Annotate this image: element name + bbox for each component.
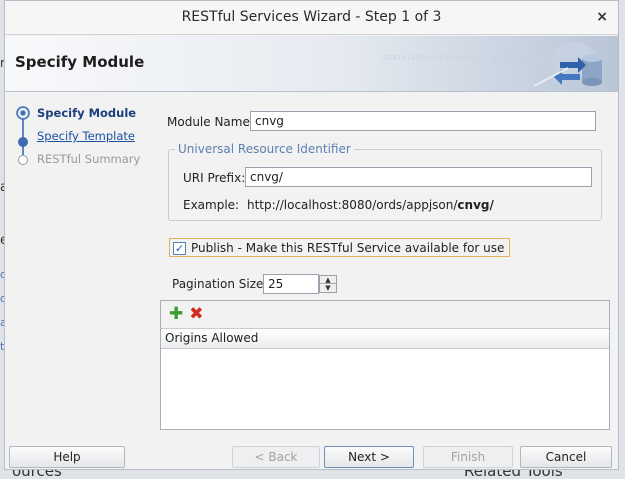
example-url-base: http://localhost:8080/ords/appjson/ [247, 198, 458, 212]
wizard-footer: Help < Back Next > Finish Cancel [5, 441, 618, 471]
steps-connector [22, 115, 24, 155]
module-name-input[interactable] [250, 111, 596, 131]
pagination-stepper[interactable]: ▲ ▼ [319, 275, 337, 293]
header-binary-decoration: 0101010101010101010101 01010101010 [383, 54, 544, 62]
nav-step-specify-module[interactable]: Specify Module [37, 106, 136, 120]
finish-button[interactable]: Finish [423, 446, 513, 468]
header-title: Specify Module [15, 53, 145, 71]
back-button[interactable]: < Back [232, 446, 320, 468]
uri-prefix-label: URI Prefix: [183, 171, 246, 185]
pagination-size-label: Pagination Size: [172, 277, 268, 291]
wizard-steps-nav: Specify Module Specify Template RESTful … [5, 93, 145, 433]
dialog-title: RESTful Services Wizard - Step 1 of 3 [181, 9, 442, 25]
delete-icon[interactable]: ✖ [189, 306, 203, 323]
origins-column-header[interactable]: Origins Allowed [161, 329, 609, 349]
current-step-icon [16, 106, 30, 120]
wizard-header: Specify Module 0101010101010101010101 01… [5, 36, 618, 92]
example-label: Example: [183, 198, 240, 212]
uri-prefix-input[interactable] [245, 167, 592, 187]
publish-checkbox[interactable]: ✓ [173, 241, 186, 255]
publish-label: Publish - Make this RESTful Service avai… [191, 241, 505, 255]
help-button[interactable]: Help [9, 446, 125, 468]
database-arrows-icon [534, 42, 602, 87]
cancel-button[interactable]: Cancel [520, 446, 612, 468]
stepper-up-icon[interactable]: ▲ [320, 276, 336, 284]
module-name-label: Module Name: [167, 115, 254, 129]
origins-toolbar: ✚ ✖ [161, 301, 609, 329]
example-url: http://localhost:8080/ords/appjson/cnvg/ [247, 198, 494, 212]
add-icon[interactable]: ✚ [169, 306, 183, 323]
step-marker-icon [18, 137, 28, 147]
nav-step-restful-summary: RESTful Summary [37, 152, 141, 166]
example-url-module: cnvg/ [457, 198, 494, 212]
stepper-down-icon[interactable]: ▼ [320, 284, 336, 292]
uri-group-legend: Universal Resource Identifier [175, 142, 354, 156]
nav-step-specify-template[interactable]: Specify Template [37, 129, 135, 143]
next-button[interactable]: Next > [324, 446, 414, 468]
pagination-size-input[interactable] [263, 274, 319, 294]
origins-table: ✚ ✖ Origins Allowed [160, 300, 610, 430]
wizard-content: Module Name: Universal Resource Identifi… [155, 93, 615, 441]
wizard-dialog: RESTful Services Wizard - Step 1 of 3 × … [4, 0, 619, 470]
close-button[interactable]: × [596, 9, 608, 25]
title-bar[interactable]: RESTful Services Wizard - Step 1 of 3 × [5, 1, 618, 35]
step-marker-icon [18, 155, 28, 165]
publish-option[interactable]: ✓ Publish - Make this RESTful Service av… [169, 238, 511, 257]
